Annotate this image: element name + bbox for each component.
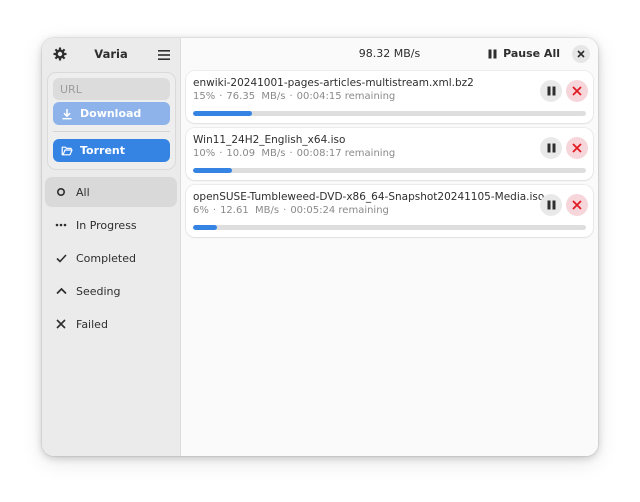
filter-all[interactable]: All <box>45 177 177 207</box>
download-item: openSUSE-Tumbleweed-DVD-x86_64-Snapshot2… <box>186 185 593 237</box>
download-speed: 12.61 MB/s <box>220 205 280 216</box>
circle-icon <box>55 186 67 198</box>
download-meta: 15% · 76.35 MB/s · 00:04:15 remaining <box>193 91 396 102</box>
filter-label: Completed <box>76 251 136 265</box>
progress-bar <box>193 225 586 230</box>
pause-icon <box>547 200 555 210</box>
folder-open-icon <box>61 146 73 155</box>
header-bar: 98.32 MB/s Pause All <box>181 38 598 70</box>
chevron-up-icon <box>55 285 67 297</box>
hamburger-menu-icon[interactable] <box>157 47 171 61</box>
download-percent: 6% <box>193 205 209 216</box>
close-icon <box>572 200 582 210</box>
download-remaining: 00:08:17 remaining <box>296 148 396 159</box>
pause-icon <box>488 49 497 58</box>
add-download-panel: Download Torrent <box>47 72 176 170</box>
sidebar-header: Varia <box>42 38 180 70</box>
app-window: Varia Download Torrent All <box>42 38 598 456</box>
divider <box>53 131 170 132</box>
filter-seeding[interactable]: Seeding <box>45 276 177 306</box>
download-arrow-icon <box>62 108 72 119</box>
filter-label: All <box>76 185 90 199</box>
filter-label: Seeding <box>76 284 121 298</box>
filter-in-progress[interactable]: In Progress <box>45 210 177 240</box>
progress-fill <box>193 168 233 173</box>
download-filename: openSUSE-Tumbleweed-DVD-x86_64-Snapshot2… <box>193 191 545 203</box>
main-content: 98.32 MB/s Pause All enwiki-20241001-pag… <box>181 38 598 456</box>
download-list: enwiki-20241001-pages-articles-multistre… <box>186 71 593 242</box>
pause-button[interactable] <box>540 80 562 102</box>
progress-bar <box>193 111 586 116</box>
download-remaining: 00:04:15 remaining <box>296 91 396 102</box>
close-button[interactable] <box>572 45 590 63</box>
download-meta: 10% · 10.09 MB/s · 00:08:17 remaining <box>193 148 396 159</box>
filter-label: In Progress <box>76 218 137 232</box>
filter-label: Failed <box>76 317 108 331</box>
pause-all-button[interactable]: Pause All <box>488 47 560 60</box>
progress-bar <box>193 168 586 173</box>
filter-failed[interactable]: Failed <box>45 309 177 339</box>
close-icon <box>577 50 585 58</box>
pause-button[interactable] <box>540 194 562 216</box>
pause-icon <box>547 143 555 153</box>
dots-icon <box>55 219 67 231</box>
pause-button[interactable] <box>540 137 562 159</box>
download-filename: enwiki-20241001-pages-articles-multistre… <box>193 77 474 89</box>
cancel-button[interactable] <box>566 80 588 102</box>
download-meta: 6% · 12.61 MB/s · 00:05:24 remaining <box>193 205 389 216</box>
close-icon <box>572 143 582 153</box>
progress-fill <box>193 111 252 116</box>
torrent-button-label: Torrent <box>80 144 125 157</box>
download-percent: 10% <box>193 148 216 159</box>
sidebar: Varia Download Torrent All <box>42 38 181 456</box>
filter-completed[interactable]: Completed <box>45 243 177 273</box>
filter-list: All In Progress Completed Seeding Failed <box>45 177 177 342</box>
torrent-button[interactable]: Torrent <box>53 139 170 162</box>
check-icon <box>55 252 67 264</box>
pause-all-label: Pause All <box>503 47 560 60</box>
download-item: Win11_24H2_English_x64.iso 10% · 10.09 MB/… <box>186 128 593 180</box>
cancel-button[interactable] <box>566 194 588 216</box>
download-speed: 10.09 MB/s <box>226 148 286 159</box>
download-item: enwiki-20241001-pages-articles-multistre… <box>186 71 593 123</box>
cancel-button[interactable] <box>566 137 588 159</box>
download-filename: Win11_24H2_English_x64.iso <box>193 134 346 146</box>
download-button-label: Download <box>80 107 142 120</box>
download-speed: 76.35 MB/s <box>226 91 286 102</box>
x-icon <box>55 318 67 330</box>
url-input[interactable] <box>53 78 170 100</box>
pause-icon <box>547 86 555 96</box>
close-icon <box>572 86 582 96</box>
download-button[interactable]: Download <box>53 102 170 125</box>
progress-fill <box>193 225 217 230</box>
download-percent: 15% <box>193 91 216 102</box>
download-remaining: 00:05:24 remaining <box>290 205 389 216</box>
